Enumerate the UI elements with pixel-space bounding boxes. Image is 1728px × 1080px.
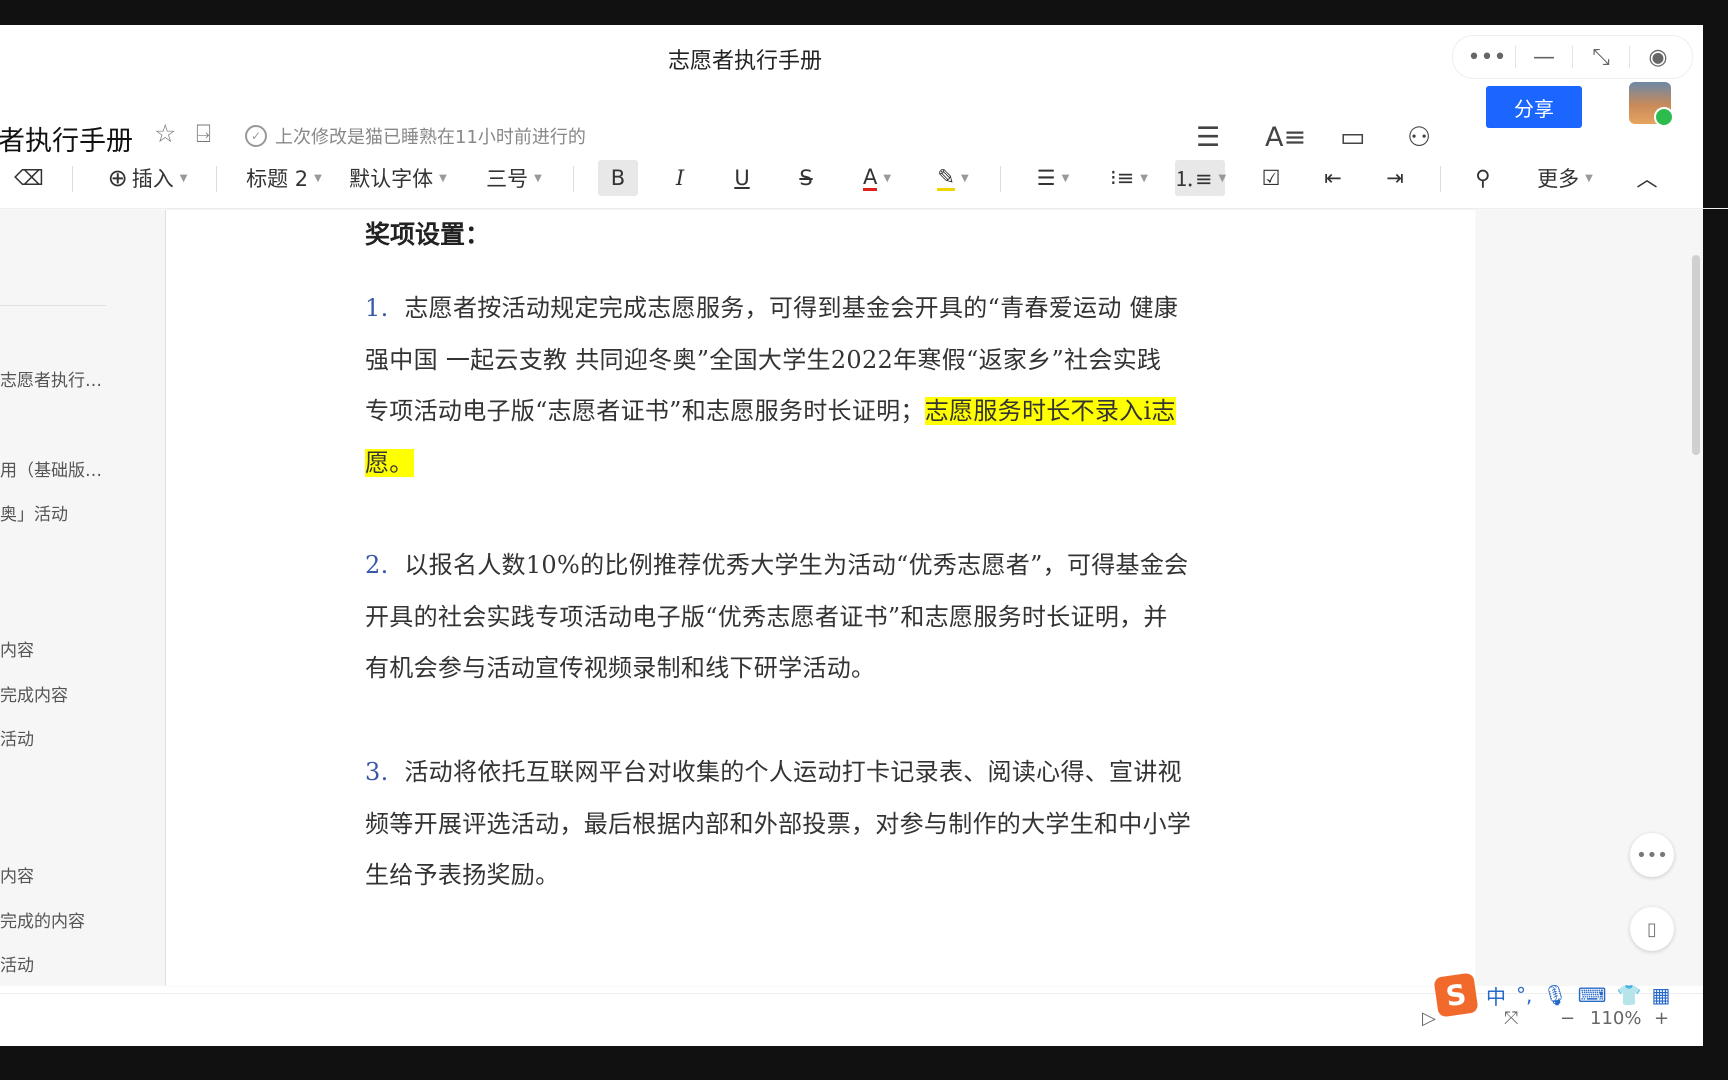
close-target-icon[interactable]: ◉: [1630, 37, 1686, 77]
highlight-color-button[interactable]: ✎ ▼: [928, 160, 978, 196]
highlighted-text: 志愿服务时长不录入i志: [924, 397, 1176, 425]
outline-item[interactable]: 用（基础版…: [0, 456, 102, 481]
title-bar: 志愿者执行手册 ••• — ⤡ ◉: [0, 25, 1703, 89]
sogou-logo-icon[interactable]: S: [1433, 972, 1479, 1018]
section-heading: 奖项设置：: [365, 220, 491, 249]
paragraph-line: 专项活动电子版“志愿者证书”和志愿服务时长证明；: [365, 397, 925, 425]
outline-item[interactable]: 活动: [0, 951, 34, 976]
wechat-badge-icon: [1654, 107, 1674, 127]
zoom-level[interactable]: 110%: [1590, 1008, 1641, 1029]
last-modified: ✓ 上次修改是猫已睡熟在11小时前进行的: [245, 123, 586, 149]
window-controls: ••• — ⤡ ◉: [1452, 35, 1693, 79]
ime-punctuation[interactable]: °,: [1516, 983, 1532, 1007]
chevron-down-icon: ▼: [439, 172, 447, 184]
heading-style-label: 标题 2: [246, 167, 309, 191]
more-tools-label: 更多: [1537, 167, 1580, 191]
bullet-list-button[interactable]: ⁝≡ ▼: [1104, 160, 1154, 196]
paragraph-line: 有机会参与活动宣传视频录制和线下研学活动。: [365, 654, 876, 682]
highlighted-text: 愿。: [365, 448, 414, 477]
paragraph-line: 频等开展评选活动，最后根据内部和外部投票，对参与制作的大学生和中小学: [365, 809, 1192, 838]
chevron-down-icon: ▼: [1218, 172, 1227, 184]
chevron-down-icon: ▼: [1061, 172, 1070, 184]
list-item: 2. 以报名人数10%的比例推荐优秀大学生为活动“优秀志愿者”，可得基金会 开具…: [365, 540, 1277, 695]
ime-mode[interactable]: 中: [1486, 981, 1506, 1010]
chevron-down-icon: ▼: [534, 172, 542, 184]
paragraph-line: 强中国 一起云支教 共同迎冬奥”全国大学生2022年寒假“返家乡”社会实践: [365, 345, 1162, 374]
paragraph-line: 开具的社会实践专项活动电子版“优秀志愿者证书”和志愿服务时长证明，并: [365, 602, 1168, 631]
star-icon[interactable]: ☆: [154, 119, 176, 148]
outline-item[interactable]: 内容: [0, 862, 34, 887]
fit-screen-icon[interactable]: ⤧: [1504, 1008, 1518, 1029]
skin-icon[interactable]: 👕: [1617, 983, 1642, 1007]
outdent-icon[interactable]: ⇤: [1318, 160, 1348, 196]
more-tools-button[interactable]: 更多 ▼: [1530, 160, 1600, 196]
keyboard-icon[interactable]: ⌨: [1578, 983, 1607, 1007]
font-family-select[interactable]: 默认字体 ▼: [348, 160, 448, 196]
search-icon[interactable]: ⚲: [1468, 160, 1498, 196]
underline-button[interactable]: U: [724, 160, 760, 196]
collapse-toolbar-icon[interactable]: ︿: [1632, 160, 1662, 196]
zoom-out-icon[interactable]: −: [1560, 1008, 1575, 1029]
list-number: 1.: [365, 294, 389, 322]
chevron-down-icon: ▼: [1140, 172, 1148, 184]
insert-label: 插入: [131, 167, 174, 191]
share-button[interactable]: 分享: [1486, 86, 1582, 128]
play-icon[interactable]: ▷: [1422, 1008, 1436, 1029]
chevron-down-icon: ▼: [314, 172, 322, 184]
chevron-down-icon: ▼: [960, 172, 969, 184]
font-size-select[interactable]: 三号 ▼: [482, 160, 546, 196]
clear-format-icon[interactable]: ⌫: [14, 160, 44, 196]
list-item: 1. 志愿者按活动规定完成志愿服务，可得到基金会开具的“青春爱运动 健康 强中国…: [365, 283, 1277, 489]
list-item: 3. 活动将依托互联网平台对收集的个人运动打卡记录表、阅读心得、宣讲视 频等开展…: [365, 747, 1277, 902]
outline-item[interactable]: 完成内容: [0, 681, 68, 706]
outline-item[interactable]: 内容: [0, 636, 34, 661]
zoom-in-icon[interactable]: +: [1654, 1008, 1669, 1029]
font-color-button[interactable]: A ▼: [852, 160, 902, 196]
last-modified-text: 上次修改是猫已睡熟在11小时前进行的: [275, 127, 586, 148]
checklist-icon[interactable]: ☑: [1256, 160, 1286, 196]
move-folder-icon[interactable]: ⍈: [196, 119, 211, 149]
mobile-view-icon[interactable]: ▯: [1630, 907, 1674, 951]
outline-sidebar: 志愿者执行… 用（基础版… 奥」活动 内容 完成内容 活动 内容 完成的内容 活…: [0, 210, 166, 986]
more-options-icon[interactable]: •••: [1459, 37, 1515, 77]
paragraph-line: 活动将依托互联网平台对收集的个人运动打卡记录表、阅读心得、宣讲视: [404, 758, 1182, 786]
italic-button[interactable]: I: [662, 160, 698, 196]
minimize-icon[interactable]: —: [1516, 37, 1572, 77]
chevron-down-icon: ▼: [883, 172, 892, 184]
outline-item[interactable]: 志愿者执行…: [0, 366, 102, 391]
insert-button[interactable]: ⊕ 插入 ▼: [100, 160, 195, 196]
paragraph-line: 志愿者按活动规定完成志愿服务，可得到基金会开具的“青春爱运动 健康: [404, 294, 1179, 322]
paragraph-line: 生给予表扬奖励。: [365, 861, 560, 889]
list-number: 2.: [365, 551, 389, 579]
check-circle-icon: ✓: [245, 125, 267, 147]
insert-plus-icon: ⊕: [107, 164, 128, 192]
toolbox-icon[interactable]: ▦: [1652, 983, 1671, 1007]
chevron-down-icon: ▼: [179, 172, 188, 184]
vertical-scrollbar[interactable]: [1692, 255, 1700, 455]
numbered-list-button[interactable]: ⒈≡ ▼: [1174, 160, 1227, 196]
heading-style-select[interactable]: 标题 2 ▼: [244, 160, 324, 196]
outline-item[interactable]: 奥」活动: [0, 500, 68, 525]
align-button[interactable]: ☰ ▼: [1028, 160, 1078, 196]
indent-icon[interactable]: ⇥: [1380, 160, 1410, 196]
outline-item[interactable]: 完成的内容: [0, 907, 85, 932]
window-title: 志愿者执行手册: [667, 49, 822, 74]
font-size-label: 三号: [486, 167, 529, 191]
right-gutter: [1476, 210, 1703, 986]
restore-icon[interactable]: ⤡: [1573, 37, 1629, 77]
font-family-label: 默认字体: [349, 167, 434, 191]
paragraph-line: 以报名人数10%的比例推荐优秀大学生为活动“优秀志愿者”，可得基金会: [404, 551, 1189, 579]
list-number: 3.: [365, 758, 389, 786]
avatar[interactable]: [1629, 82, 1674, 127]
format-toolbar: ⌫ ⊕ 插入 ▼ 标题 2 ▼ 默认字体 ▼ 三号 ▼ B I U S A ▼ ✎ ▼ ☰ ▼ …: [0, 148, 1728, 209]
more-actions-icon[interactable]: •••: [1630, 833, 1674, 877]
chevron-down-icon: ▼: [1585, 172, 1593, 184]
outline-item[interactable]: 活动: [0, 725, 34, 750]
microphone-icon[interactable]: 🎙: [1542, 983, 1567, 1007]
strikethrough-button[interactable]: S: [788, 160, 824, 196]
bold-button[interactable]: B: [598, 160, 638, 196]
